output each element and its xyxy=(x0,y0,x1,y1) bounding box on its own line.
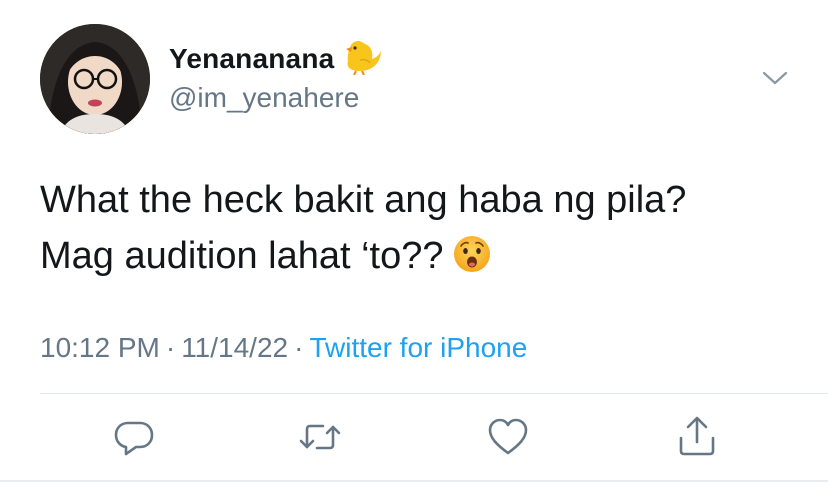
tweet-meta: 10:12 PM · 11/14/22 · Twitter for iPhone xyxy=(40,332,527,364)
heart-icon xyxy=(487,417,529,457)
divider xyxy=(40,393,828,394)
retweet-button[interactable] xyxy=(295,412,345,462)
share-button[interactable] xyxy=(672,412,722,462)
tweet-text-line-2: Mag audition lahat ‘to?? xyxy=(40,228,800,290)
chevron-down-icon[interactable] xyxy=(762,70,788,86)
display-name[interactable]: Yenananana xyxy=(169,43,334,75)
avatar[interactable] xyxy=(40,24,150,134)
action-bar xyxy=(0,412,828,462)
like-button[interactable] xyxy=(483,412,533,462)
meta-separator: · xyxy=(165,332,176,363)
anguished-face-emoji-icon xyxy=(452,234,492,290)
tweet-source-link[interactable]: Twitter for iPhone xyxy=(309,332,527,363)
tweet-time[interactable]: 10:12 PM xyxy=(40,332,160,363)
tweet-text-line-2-text: Mag audition lahat ‘to?? xyxy=(40,235,444,277)
reply-button[interactable] xyxy=(109,412,159,462)
share-icon xyxy=(677,416,717,458)
tweet-text-line-1: What the heck bakit ang haba ng pila? xyxy=(40,179,687,221)
tweet-date[interactable]: 11/14/22 xyxy=(181,332,288,363)
user-info: Yenananana @im_yenahere xyxy=(169,40,382,114)
baby-chick-icon xyxy=(338,33,382,80)
display-name-row: Yenananana xyxy=(169,40,382,78)
reply-icon xyxy=(114,417,154,457)
user-handle[interactable]: @im_yenahere xyxy=(169,82,382,114)
tweet-text: What the heck bakit ang haba ng pila? Ma… xyxy=(40,172,800,290)
meta-separator: · xyxy=(294,332,304,363)
retweet-icon xyxy=(298,417,342,457)
